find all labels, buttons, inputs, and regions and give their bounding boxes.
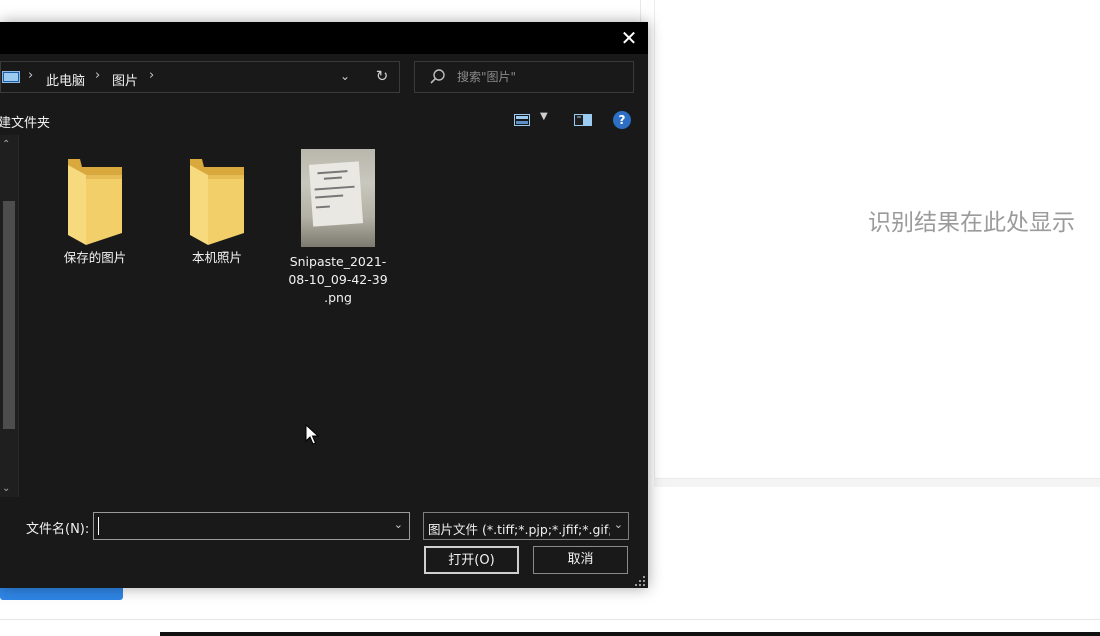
result-panel [654,0,1100,478]
open-button[interactable]: 打开(O) [424,546,519,574]
file-item-label: 本机照片 [191,250,242,265]
address-bar[interactable]: › 此电脑 › 图片 › ⌄ ↻ [0,61,400,93]
file-name-line: .png [324,290,352,305]
filename-label: 文件名(N): [26,522,90,537]
taskbar [160,632,1100,636]
file-open-dialog: ✕ › 此电脑 › 图片 › ⌄ ↻ 建文件夹 ▼ [0,22,648,588]
file-list: 保存的图片 本机照片 Snipaste_2021- 08-10_09-42-39… [20,135,648,497]
filename-combobox[interactable]: ⌄ [93,512,410,540]
file-name-line: 08-10_09-42-39 [288,272,388,287]
file-type-select[interactable]: 图片文件 (*.tiff;*.pjp;*.jfif;*.gif; ⌄ [423,512,629,540]
refresh-icon[interactable]: ↻ [373,67,391,85]
dialog-toolbar: 建文件夹 ▼ ? [0,106,648,134]
scrollbar-thumb[interactable] [3,201,15,429]
mouse-cursor-icon [305,424,319,445]
breadcrumb-separator[interactable]: › [149,68,154,83]
search-box[interactable] [414,61,634,93]
dialog-footer: 文件名(N): ⌄ 图片文件 (*.tiff;*.pjp;*.jfif;*.gi… [0,498,648,588]
dialog-titlebar[interactable]: ✕ [0,22,648,54]
close-button[interactable]: ✕ [618,27,640,49]
file-item-snipaste-png[interactable]: Snipaste_2021- 08-10_09-42-39 .png [286,149,390,307]
breadcrumb-this-pc[interactable]: 此电脑 [46,70,85,89]
chevron-down-icon[interactable]: ⌄ [337,69,353,85]
help-icon[interactable]: ? [613,111,631,129]
view-options-icon[interactable] [514,114,530,126]
scroll-up-icon[interactable]: ⌃ [2,139,10,150]
folder-icon [190,159,244,245]
breadcrumb-pictures[interactable]: 图片 [112,70,138,89]
search-icon [430,69,445,84]
page-bottom-divider [0,619,1100,620]
navigation-pane[interactable]: ⌃ ⌄ [0,135,19,497]
breadcrumb-separator: › [28,68,34,83]
chevron-down-icon[interactable]: ▼ [540,111,548,122]
file-item-label: 保存的图片 [63,250,127,265]
search-input[interactable] [457,68,627,86]
file-item-label: Snipaste_2021- 08-10_09-42-39 .png [286,253,390,307]
file-item-saved-pictures[interactable]: 保存的图片 [43,155,147,267]
cancel-button[interactable]: 取消 [533,546,628,574]
new-folder-button[interactable]: 建文件夹 [0,112,50,131]
scroll-down-icon[interactable]: ⌄ [2,483,10,494]
page-divider [640,0,641,22]
this-pc-icon [2,71,20,83]
folder-icon [68,159,122,245]
filename-input[interactable] [98,517,381,535]
file-type-value: 图片文件 (*.tiff;*.pjp;*.jfif;*.gif; [428,522,610,537]
preview-pane-icon[interactable] [574,114,592,126]
chevron-down-icon[interactable]: ⌄ [614,518,623,531]
result-placeholder: 识别结果在此处显示 [868,210,1075,236]
chevron-down-icon[interactable]: ⌄ [394,518,403,531]
resize-grip-icon[interactable] [635,576,645,586]
breadcrumb-separator: › [95,68,101,83]
image-thumbnail [301,149,375,247]
file-item-local-photos[interactable]: 本机照片 [165,155,269,267]
lower-panel [654,487,1100,620]
file-name-line: Snipaste_2021- [289,254,387,269]
